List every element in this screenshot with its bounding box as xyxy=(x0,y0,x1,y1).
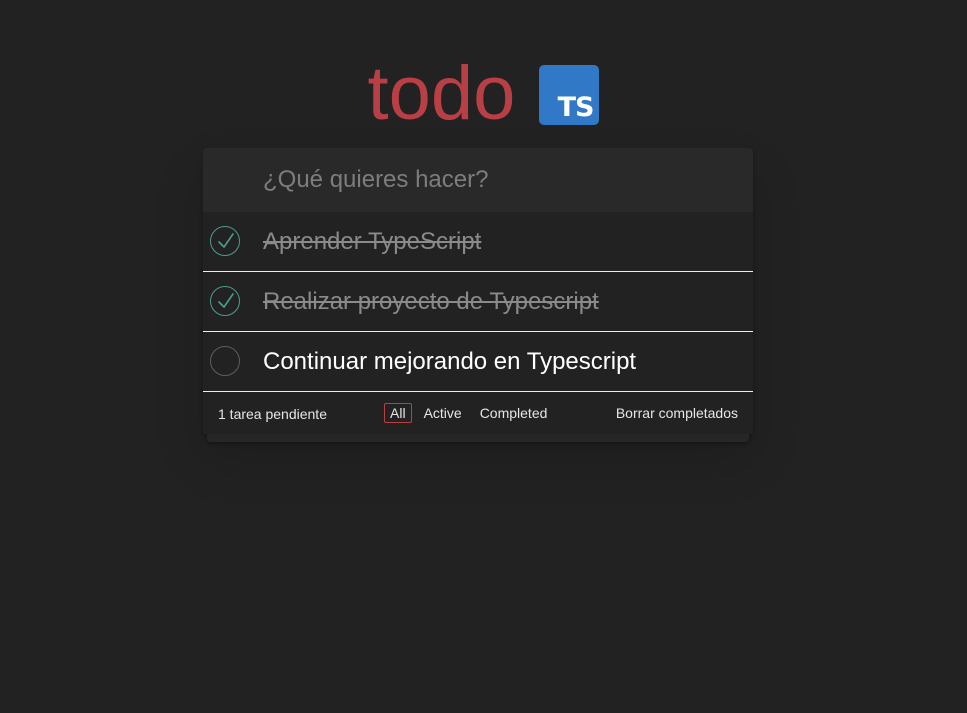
ts-logo-text: TS xyxy=(557,92,595,123)
filter-active-link[interactable]: Active xyxy=(418,403,468,423)
todo-count: 1 tarea pendiente xyxy=(218,406,327,422)
typescript-logo-icon: TS xyxy=(539,65,600,125)
todo-toggle-checkbox[interactable] xyxy=(210,226,240,256)
check-icon xyxy=(218,293,234,308)
filter-item-active: Active xyxy=(418,403,474,423)
filter-completed-link[interactable]: Completed xyxy=(474,403,554,423)
filter-item-completed: Completed xyxy=(474,403,560,423)
filter-all-link[interactable]: All xyxy=(384,403,412,423)
todo-app: Aprender TypeScript Realizar proyecto de… xyxy=(203,148,753,442)
todo-toggle-checkbox[interactable] xyxy=(210,286,240,316)
todo-list: Aprender TypeScript Realizar proyecto de… xyxy=(203,212,753,392)
todo-label[interactable]: Realizar proyecto de Typescript xyxy=(263,288,599,316)
check-icon xyxy=(218,233,234,248)
app-title: todo xyxy=(367,51,516,136)
todo-item: Realizar proyecto de Typescript xyxy=(203,272,753,332)
todo-toggle-checkbox[interactable] xyxy=(210,346,240,376)
todo-label[interactable]: Continuar mejorando en Typescript xyxy=(263,348,636,376)
filter-item-all: All xyxy=(384,403,418,423)
new-todo-input[interactable] xyxy=(203,148,753,212)
todo-footer: 1 tarea pendiente All Active Completed B… xyxy=(203,392,753,442)
todo-label[interactable]: Aprender TypeScript xyxy=(263,228,481,256)
clear-completed-button[interactable]: Borrar completados xyxy=(616,405,738,421)
filters: All Active Completed xyxy=(384,403,559,423)
app-header: todo TS xyxy=(0,54,967,134)
todo-item: Aprender TypeScript xyxy=(203,212,753,272)
todo-item: Continuar mejorando en Typescript xyxy=(203,332,753,392)
